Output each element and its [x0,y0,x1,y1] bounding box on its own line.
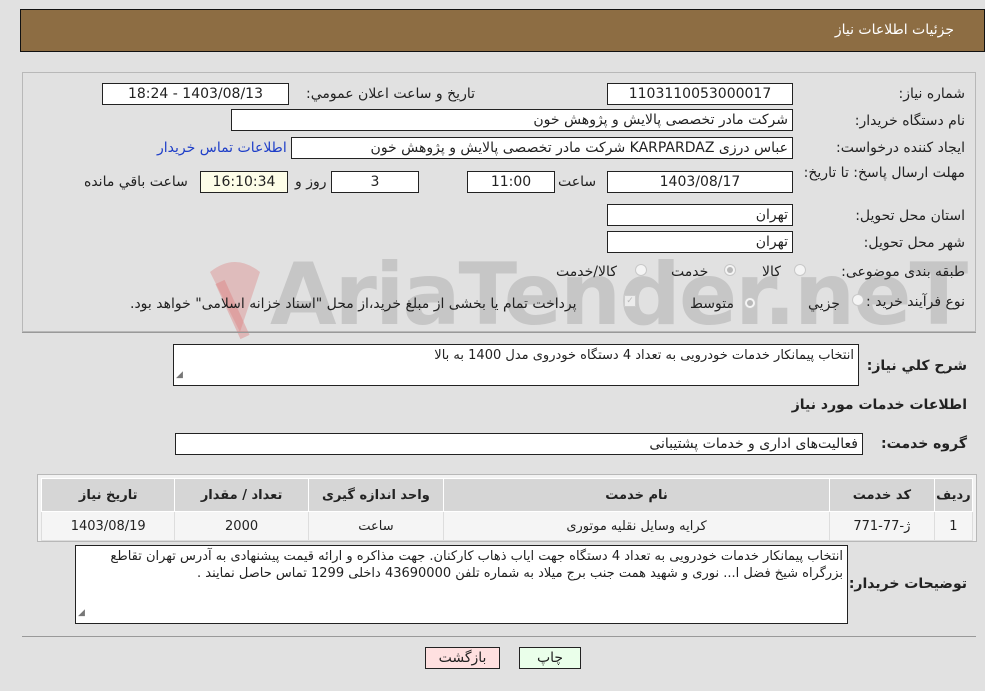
service-group-label: گروه خدمت: [881,436,967,452]
province-label: استان محل تحویل: [855,208,965,224]
resize-grip-icon[interactable]: ◢ [176,367,183,384]
table-row: 1 ژ-77-771 کرایه وسایل نقلیه موتوری ساعت… [40,511,974,541]
cell-unit: ساعت [307,511,445,541]
description-textarea[interactable]: انتخاب پیمانکار خدمات خودرویی به تعداد 4… [173,344,859,386]
cell-service-code: ژ-77-771 [828,511,935,541]
deadline-date-field: 1403/08/17 [607,171,793,193]
purchase-option-medium: متوسط [690,296,734,312]
buyer-notes-label: توضيحات خريدار: [848,576,967,592]
services-table-container: رديف کد خدمت نام خدمت واحد اندازه گیری ت… [37,474,977,542]
time-remaining-label: ساعت باقي مانده [84,174,188,190]
service-group-field: فعالیت‌های اداری و خدمات پشتیبانی [175,433,863,455]
table-header-row: رديف کد خدمت نام خدمت واحد اندازه گیری ت… [40,478,974,512]
need-number-label: شماره نیاز: [898,86,966,102]
announce-datetime-label: تاریخ و ساعت اعلان عمومي: [306,86,475,102]
purchase-radio-minor[interactable] [852,294,864,306]
page-header: جزئیات اطلاعات نیاز [20,9,985,52]
resize-grip-icon[interactable]: ◢ [78,605,85,622]
requester-field: عباس درزی KARPARDAZ شرکت مادر تخصصی پالا… [291,137,793,159]
deadline-time-label: ساعت [558,174,597,190]
city-label: شهر محل تحویل: [863,235,965,251]
footer-divider [22,636,976,637]
cell-service-name: کرایه وسایل نقلیه موتوری [443,511,830,541]
need-number-field: 1103110053000017 [607,83,793,105]
category-label: طبقه بندی موضوعی: [841,264,965,280]
treasury-checkbox[interactable]: ✓ [624,295,636,307]
cell-need-date: 1403/08/19 [40,511,176,541]
treasury-note: پرداخت تمام یا بخشی از مبلغ خرید،از محل … [130,296,577,312]
services-table: رديف کد خدمت نام خدمت واحد اندازه گیری ت… [40,478,974,541]
col-quantity: تعداد / مقدار [174,478,309,512]
deadline-label: مهلت ارسال پاسخ: تا تاریخ: [803,165,965,181]
deadline-time-field: 11:00 [467,171,555,193]
buyer-notes-text: انتخاب پیمانکار خدمات خودرویی به تعداد 4… [110,549,843,581]
buyer-notes-textarea[interactable]: انتخاب پیمانکار خدمات خودرویی به تعداد 4… [75,545,848,624]
back-button[interactable]: بازگشت [425,647,500,669]
time-remaining-field: 16:10:34 [200,171,288,193]
description-label: شرح کلي نياز: [866,358,967,374]
services-section-title: اطلاعات خدمات مورد نياز [791,397,967,413]
purchase-radio-medium[interactable] [744,297,756,309]
announce-datetime-field: 1403/08/13 - 18:24 [102,83,289,105]
col-row-number: رديف [933,478,974,512]
print-button[interactable]: چاپ [519,647,581,669]
category-option-goods: کالا [762,264,781,280]
purchase-type-label: نوع فرآیند خرید : [866,294,965,310]
col-service-name: نام خدمت [443,478,830,512]
province-field: تهران [607,204,793,226]
category-option-service: خدمت [671,264,709,280]
purchase-option-minor: جزيي [808,296,840,312]
page-title: جزئیات اطلاعات نیاز [834,22,954,38]
section-divider [22,332,976,333]
requester-label: ایجاد کننده درخواست: [836,140,965,156]
col-need-date: تاریخ نیاز [40,478,176,512]
city-field: تهران [607,231,793,253]
description-text: انتخاب پیمانکار خدمات خودرویی به تعداد 4… [434,348,854,363]
buyer-org-label: نام دستگاه خریدار: [854,113,965,129]
category-option-goods-service: کالا/خدمت [556,264,617,280]
buyer-org-field: شرکت مادر تخصصی پالایش و پژوهش خون [231,109,793,131]
category-radio-service[interactable] [724,264,736,276]
buyer-contact-link[interactable]: اطلاعات تماس خریدار [157,140,287,156]
col-unit: واحد اندازه گیری [307,478,445,512]
category-radio-goods-service[interactable] [635,264,647,276]
days-label: روز و [295,174,327,190]
days-remaining-field: 3 [331,171,419,193]
col-service-code: کد خدمت [828,478,935,512]
category-radio-goods[interactable] [794,264,806,276]
cell-row-number: 1 [933,511,974,541]
cell-quantity: 2000 [174,511,309,541]
